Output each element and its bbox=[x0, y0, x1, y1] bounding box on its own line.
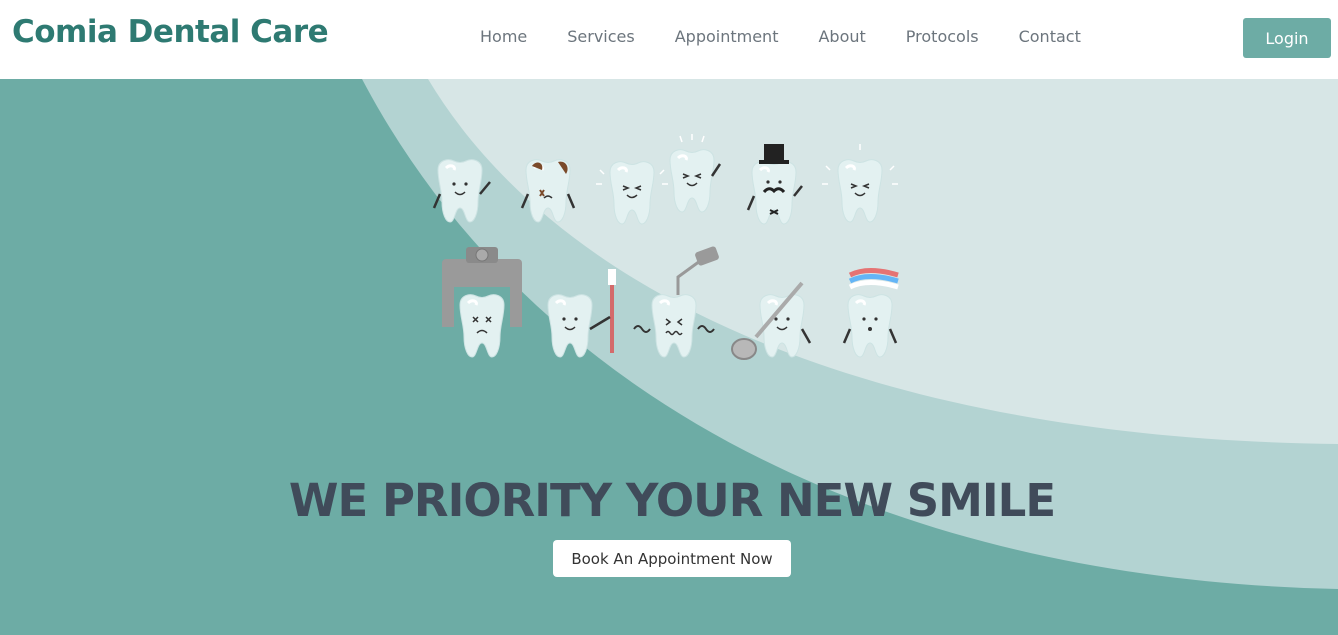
hero-headline: WE PRIORITY YOUR NEW SMILE bbox=[288, 474, 1056, 527]
nav-protocols[interactable]: Protocols bbox=[906, 27, 979, 46]
login-button[interactable]: Login bbox=[1243, 18, 1331, 58]
nav-appointment[interactable]: Appointment bbox=[675, 27, 779, 46]
nav-services[interactable]: Services bbox=[567, 27, 634, 46]
brand-logo[interactable]: Comia Dental Care bbox=[12, 14, 329, 50]
nav-contact[interactable]: Contact bbox=[1019, 27, 1081, 46]
book-appointment-button[interactable]: Book An Appointment Now bbox=[553, 540, 791, 577]
main-nav: Home Services Appointment About Protocol… bbox=[460, 27, 1101, 46]
nav-home[interactable]: Home bbox=[480, 27, 527, 46]
teeth-illustration bbox=[432, 134, 899, 360]
hero-section: WE PRIORITY YOUR NEW SMILE Book An Appoi… bbox=[0, 79, 1338, 635]
nav-about[interactable]: About bbox=[818, 27, 865, 46]
navbar: Comia Dental Care Home Services Appointm… bbox=[0, 0, 1338, 79]
